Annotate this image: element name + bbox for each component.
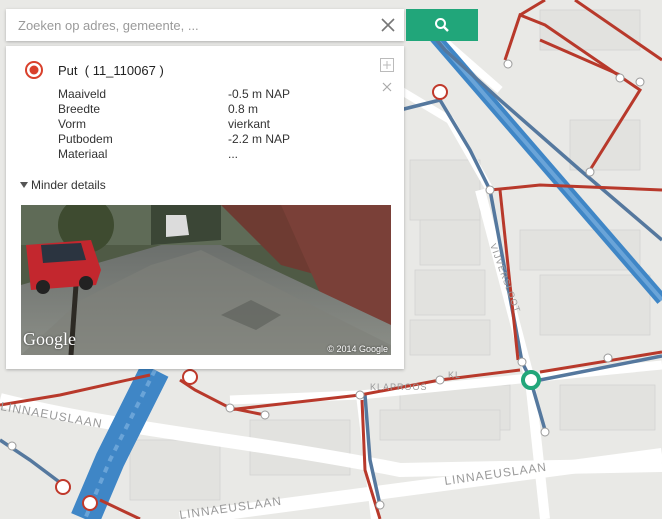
close-icon[interactable] [382,82,392,92]
search-button[interactable] [406,9,478,41]
caret-down-icon [20,182,28,188]
attribute-key: Vorm [58,117,87,131]
attribute-key: Putbodem [58,132,113,146]
attribute-value: 0.8 m [228,102,259,116]
search-icon [435,18,449,32]
attribute-value: -0.5 m NAP [228,87,291,101]
feature-type: Put [58,62,78,78]
attribute-value: vierkant [228,117,271,131]
expand-icon[interactable] [380,58,394,72]
feature-header: Put ( 11_110067 ) [24,60,164,80]
street-view-photo [21,205,391,355]
radio-selected-icon [25,61,43,79]
attribute-value: -2.2 m NAP [228,132,291,146]
details-toggle[interactable]: Minder details [20,178,106,192]
close-icon[interactable] [380,17,396,33]
search-input[interactable] [6,9,376,41]
search-bar [6,9,404,41]
attribute-row: Breedte 0.8 m [58,102,378,117]
attribute-row: Vorm vierkant [58,117,378,132]
details-toggle-label: Minder details [31,178,106,192]
attribute-key: Maaiveld [58,87,107,101]
feature-info-panel: Put ( 11_110067 ) Maaiveld -0.5 m NAP Br… [6,46,404,369]
attribute-table: Maaiveld -0.5 m NAP Breedte 0.8 m Vorm v… [58,87,378,162]
google-logo: Google [23,329,76,349]
attribute-row: Maaiveld -0.5 m NAP [58,87,378,102]
feature-id: ( 11_110067 ) [84,62,164,78]
street-view-image[interactable]: Google © 2014 Google [21,205,391,355]
street-label: KLAPROOS [370,382,428,392]
street-label: LINNAEUSLAAN [0,399,104,431]
attribute-key: Materiaal [58,147,108,161]
attribute-value: ... [228,147,239,161]
attribute-key: Breedte [58,102,101,116]
attribute-row: Putbodem -2.2 m NAP [58,132,378,147]
copyright-text: © 2014 Google [327,344,388,354]
street-label: KL [448,370,461,380]
selected-manhole-marker [521,370,541,390]
attribute-row: Materiaal ... [58,147,378,162]
